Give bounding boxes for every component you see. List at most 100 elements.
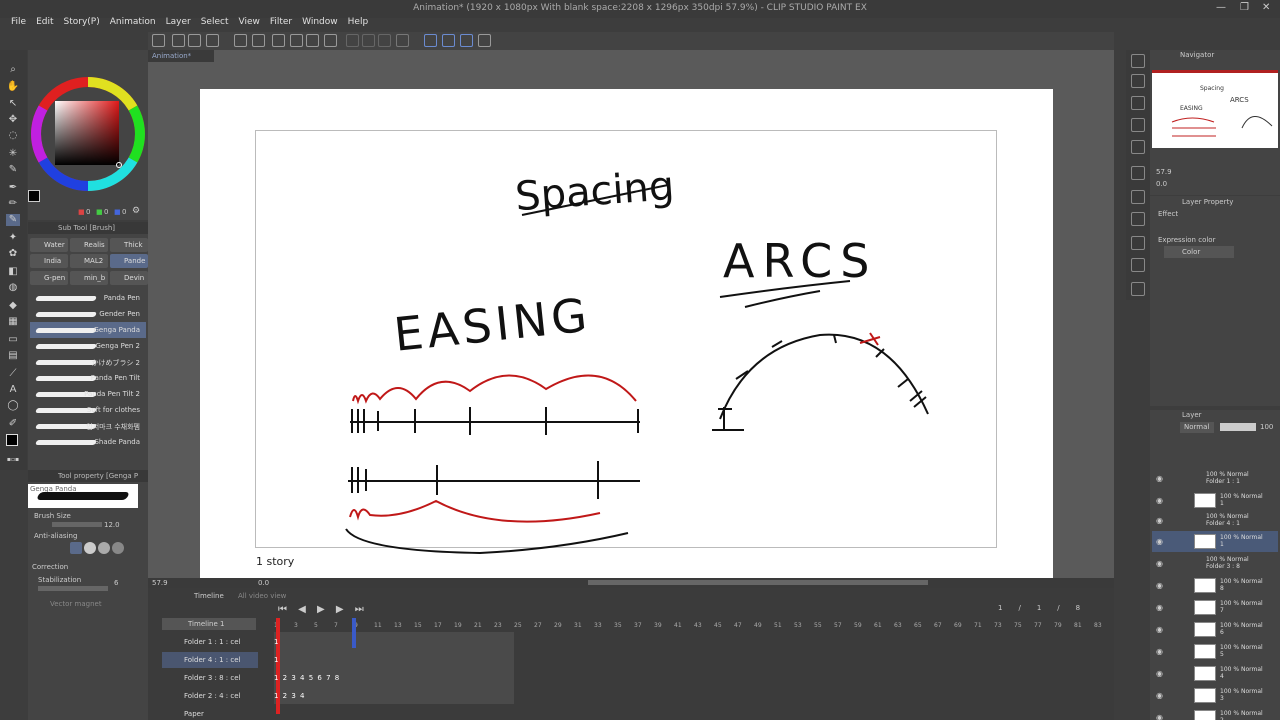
operation-icon[interactable]: ↖	[6, 98, 20, 110]
fill-selection-icon[interactable]	[378, 34, 391, 47]
export-icon[interactable]	[206, 34, 219, 47]
color-set-icon[interactable]	[1131, 190, 1145, 204]
auto-select-icon[interactable]: ✳	[6, 148, 20, 160]
subtool-tab-realistic[interactable]: Realis	[70, 238, 108, 252]
opacity-slider[interactable]	[1220, 423, 1256, 431]
timeline-track-selected[interactable]: Folder 4 : 1 : cel	[162, 652, 258, 668]
brush-item[interactable]: Panda Pen Tilt 2	[30, 386, 146, 402]
approximate-color-icon[interactable]	[1131, 236, 1145, 250]
opacity-value[interactable]: 100	[1260, 423, 1273, 431]
foreground-color[interactable]	[28, 190, 40, 202]
frame-ruler[interactable]: 1357911131517192123252729313335373941434…	[274, 622, 1114, 632]
eye-icon[interactable]: ◉	[1156, 669, 1163, 678]
subtool-tab-mal2[interactable]: MAL2	[70, 254, 108, 268]
navigator-zoom[interactable]: 57.9	[1156, 168, 1172, 176]
timeline-tab[interactable]: Timeline	[194, 592, 224, 600]
track-cels[interactable]: 1	[274, 656, 278, 664]
layer-item[interactable]: ◉ 100 % Normal 3	[1152, 685, 1278, 706]
eraser-icon[interactable]: ◧	[6, 266, 20, 278]
maximize-button[interactable]: ❐	[1240, 2, 1249, 13]
brush-item[interactable]: Panda Pen Tilt	[30, 370, 146, 386]
layer-item-selected[interactable]: ◉ 100 % Normal 1	[1152, 531, 1278, 552]
eye-icon[interactable]: ◉	[1156, 625, 1163, 634]
clear-icon[interactable]	[346, 34, 359, 47]
brush-size-value[interactable]: 12.0	[104, 521, 120, 529]
help-icon[interactable]	[478, 34, 491, 47]
menu-file[interactable]: File	[6, 14, 31, 32]
color-mode-icon[interactable]: ▪▫▪	[6, 454, 20, 466]
stabilization-slider[interactable]	[38, 586, 108, 591]
mixing-icon[interactable]	[1131, 282, 1145, 296]
search-icon[interactable]	[1131, 54, 1145, 68]
timeline-track[interactable]: Folder 2 : 4 : cel	[162, 688, 258, 704]
subtool-tab-devin[interactable]: Devin	[110, 271, 148, 285]
timeline-track[interactable]: Folder 1 : 1 : cel	[162, 634, 258, 650]
crop-icon[interactable]	[324, 34, 337, 47]
subtool-tab-thick[interactable]: Thick	[110, 238, 148, 252]
undo-icon[interactable]	[234, 34, 247, 47]
deselect-icon[interactable]	[396, 34, 409, 47]
blend-icon[interactable]: ◍	[6, 282, 20, 294]
brush-item-selected[interactable]: Genga Panda	[30, 322, 146, 338]
new-file-icon[interactable]	[152, 34, 165, 47]
subtool-tab-water[interactable]: Water	[30, 238, 68, 252]
brush-item[interactable]: 입저마크 수채화펨	[30, 418, 146, 434]
menu-help[interactable]: Help	[343, 14, 374, 32]
frame-icon[interactable]: ▤	[6, 350, 20, 362]
playback-controls[interactable]: ⏮ ◀ ▶ ▶ ⏭	[278, 604, 368, 615]
zoom-icon[interactable]: ⌕	[6, 64, 20, 76]
main-color-swatch[interactable]	[6, 434, 18, 446]
eye-icon[interactable]: ◉	[1156, 559, 1163, 568]
color-history-icon[interactable]	[1131, 212, 1145, 226]
all-video-tab[interactable]: All video view	[238, 592, 286, 600]
sub-view-icon[interactable]	[1131, 118, 1145, 132]
text-icon[interactable]: A	[6, 384, 20, 396]
minimize-button[interactable]: —	[1216, 2, 1226, 13]
track-cels[interactable]: 1	[274, 638, 278, 646]
eye-icon[interactable]: ◉	[1156, 496, 1163, 505]
move-layer-icon[interactable]: ✥	[6, 114, 20, 126]
color-wheel[interactable]	[28, 50, 148, 200]
canvas-scrollbar[interactable]	[588, 580, 928, 585]
document-tab[interactable]: Animation*	[148, 50, 214, 62]
snap-grid-icon[interactable]	[460, 34, 473, 47]
menu-edit[interactable]: Edit	[31, 14, 58, 32]
eye-icon[interactable]: ◉	[1156, 603, 1163, 612]
eye-icon[interactable]: ◉	[1156, 581, 1163, 590]
pencil-icon[interactable]: ✏	[6, 198, 20, 210]
layer-item[interactable]: ◉ 100 % Normal 1	[1152, 490, 1278, 511]
track-cels[interactable]: 1 2 3 4 5 6 7 8	[274, 674, 339, 682]
end-marker[interactable]	[352, 618, 356, 648]
open-icon[interactable]	[172, 34, 185, 47]
stabilization-value[interactable]: 6	[114, 579, 118, 587]
antialias-options[interactable]	[70, 542, 134, 554]
color-settings-icon[interactable]: ⚙	[132, 206, 140, 216]
expression-color-select[interactable]: Color	[1164, 246, 1234, 258]
figure-icon[interactable]: ▭	[6, 334, 20, 346]
fill-bucket-icon[interactable]: ◆	[6, 300, 20, 312]
brush-item[interactable]: かけめブラシ 2	[30, 354, 146, 370]
layer-search-icon[interactable]	[1131, 74, 1145, 88]
eye-icon[interactable]: ◉	[1156, 691, 1163, 700]
eye-icon[interactable]: ◉	[1156, 537, 1163, 546]
brush-icon[interactable]: ✎	[6, 214, 20, 226]
menu-story[interactable]: Story(P)	[59, 14, 105, 32]
timeline-selector[interactable]: Timeline 1	[162, 618, 256, 630]
brush-item[interactable]: Shade Panda	[30, 434, 146, 450]
layer-folder[interactable]: ◉ 100 % Normal Folder 3 : 8	[1152, 553, 1278, 574]
layer-item[interactable]: ◉ 100 % Normal 4	[1152, 663, 1278, 684]
intermediate-color-icon[interactable]	[1131, 258, 1145, 272]
menu-filter[interactable]: Filter	[265, 14, 297, 32]
menu-select[interactable]: Select	[196, 14, 234, 32]
brush-item[interactable]: Panda Pen	[30, 290, 146, 306]
subtool-tab-min[interactable]: min_b	[70, 271, 108, 285]
layer-item[interactable]: ◉ 100 % Normal 8	[1152, 575, 1278, 596]
eyedropper-icon[interactable]: ✎	[6, 164, 20, 176]
fill-icon[interactable]	[306, 34, 319, 47]
cel-area[interactable]	[274, 632, 514, 704]
eye-icon[interactable]: ◉	[1156, 474, 1163, 483]
layer-folder[interactable]: ◉ 100 % Normal Folder 1 : 1	[1152, 468, 1278, 489]
snap-ruler-icon[interactable]	[424, 34, 437, 47]
eye-icon[interactable]: ◉	[1156, 516, 1163, 525]
decoration-icon[interactable]: ✿	[6, 248, 20, 260]
